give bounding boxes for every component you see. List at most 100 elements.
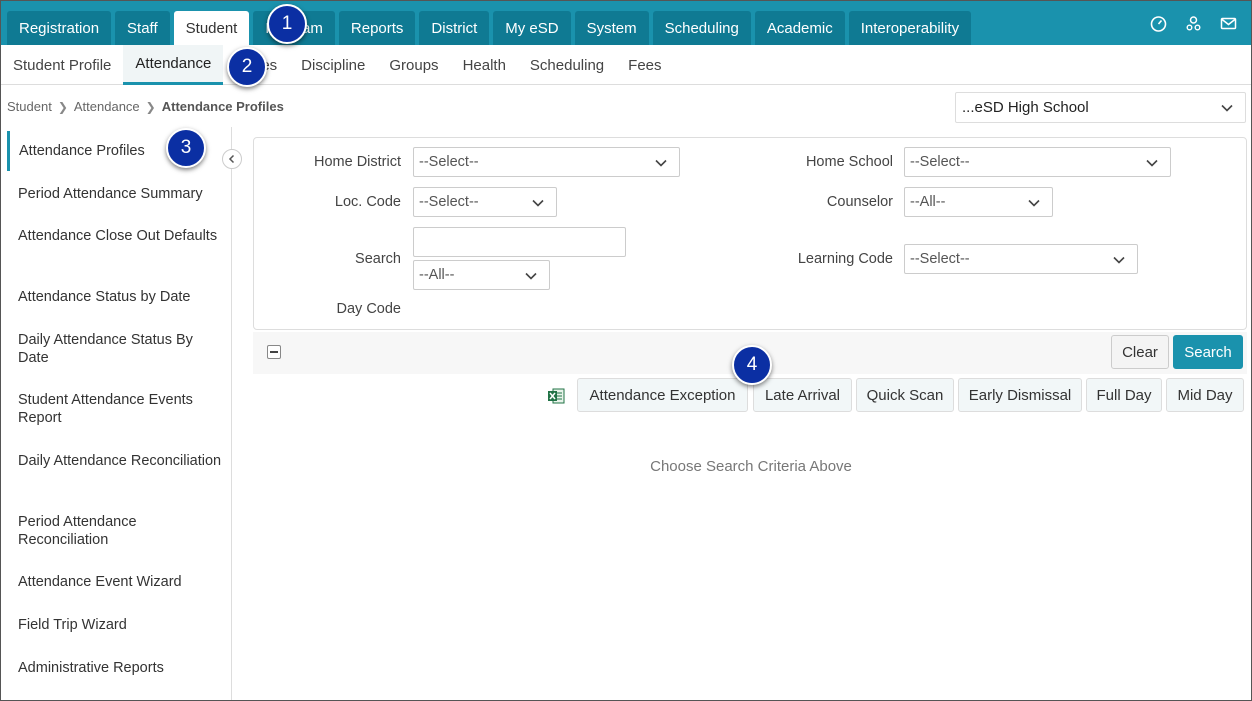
sidebar-item-daily-attendance-status-by-date[interactable]: Daily Attendance Status By Date	[7, 331, 223, 367]
subnav-fees-2[interactable]: Fees	[616, 45, 673, 85]
attendance-exception-button[interactable]: Attendance Exception	[577, 378, 748, 412]
late-arrival-button[interactable]: Late Arrival	[753, 378, 852, 412]
users-icon[interactable]	[1185, 15, 1202, 32]
sidebar-item-label: Administrative Reports	[18, 660, 164, 676]
mail-icon[interactable]	[1220, 15, 1237, 32]
sidebar-item-label: Period Attendance Reconciliation	[18, 514, 137, 548]
sidebar-item-label: Field Trip Wizard	[18, 617, 127, 633]
top-nav-tabs: Registration Staff Student Program Repor…	[7, 11, 972, 45]
home-school-label: Home School	[805, 154, 893, 170]
top-nav: Registration Staff Student Program Repor…	[1, 1, 1251, 45]
subnav-health[interactable]: Health	[451, 45, 518, 85]
sidebar-item-field-trip-wizard[interactable]: Field Trip Wizard	[7, 616, 223, 634]
subnav-student-profile[interactable]: Student Profile	[1, 45, 123, 85]
tab-registration[interactable]: Registration	[7, 11, 112, 45]
tab-student[interactable]: Student	[173, 11, 250, 45]
tab-system[interactable]: System	[574, 11, 649, 45]
callout-marker-4: 4	[732, 345, 772, 385]
school-select-value: ...eSD High School	[962, 99, 1089, 116]
sidebar-item-period-attendance-summary[interactable]: Period Attendance Summary	[7, 185, 223, 203]
excel-export-icon[interactable]	[547, 387, 565, 405]
subnav-groups[interactable]: Groups	[377, 45, 450, 85]
sidebar-item-attendance-close-out-defaults[interactable]: Attendance Close Out Defaults	[7, 227, 223, 245]
sidebar-item-label: Period Attendance Summary	[18, 186, 203, 202]
tab-reports[interactable]: Reports	[338, 11, 416, 45]
breadcrumb-separator-icon: ❯	[145, 99, 156, 114]
chevron-down-icon	[655, 159, 667, 167]
sidebar-item-label: Daily Attendance Status By Date	[18, 332, 193, 366]
callout-marker-1: 1	[267, 4, 307, 44]
sidebar-item-daily-attendance-reconciliation[interactable]: Daily Attendance Reconciliation	[7, 452, 223, 470]
home-district-value: --Select--	[419, 154, 479, 170]
counselor-select[interactable]: --All--	[904, 187, 1053, 217]
home-school-select[interactable]: --Select--	[904, 147, 1171, 177]
counselor-label: Counselor	[826, 194, 893, 210]
home-district-label: Home District	[313, 154, 401, 170]
callout-marker-3: 3	[166, 128, 206, 168]
sidebar-item-label: Attendance Close Out Defaults	[18, 228, 218, 244]
callout-marker-2: 2	[227, 47, 267, 87]
breadcrumb-separator-icon: ❯	[57, 99, 68, 114]
chevron-down-icon	[532, 199, 544, 207]
early-dismissal-button[interactable]: Early Dismissal	[958, 378, 1082, 412]
search-label: Search	[355, 251, 401, 267]
app-window: Registration Staff Student Program Repor…	[0, 0, 1252, 701]
loc-code-label: Loc. Code	[334, 194, 401, 210]
mid-day-button[interactable]: Mid Day	[1166, 378, 1244, 412]
minus-icon	[270, 351, 278, 353]
day-code-label: Day Code	[336, 301, 401, 317]
sidebar-item-label: Attendance Profiles	[19, 143, 145, 159]
sidebar-collapse-button[interactable]	[222, 149, 242, 169]
full-day-button[interactable]: Full Day	[1086, 378, 1162, 412]
clear-button[interactable]: Clear	[1111, 335, 1169, 369]
sub-nav: Student Profile Attendance es Discipline…	[1, 45, 1251, 85]
counselor-value: --All--	[910, 194, 946, 210]
dashboard-icon[interactable]	[1150, 15, 1167, 32]
tab-district[interactable]: District	[419, 11, 490, 45]
breadcrumb-current: Attendance Profiles	[161, 99, 284, 114]
learning-code-select[interactable]: --Select--	[904, 244, 1138, 274]
search-scope-select[interactable]: --All--	[413, 260, 550, 290]
chevron-left-icon	[228, 154, 235, 164]
sidebar-item-student-attendance-events-report[interactable]: Student Attendance Events Report	[7, 391, 223, 427]
sidebar-item-administrative-reports[interactable]: Administrative Reports	[7, 659, 223, 677]
chevron-down-icon	[1113, 256, 1125, 264]
home-school-value: --Select--	[910, 154, 970, 170]
top-nav-icons	[1150, 15, 1237, 32]
search-scope-value: --All--	[419, 267, 455, 283]
sub-nav-items: Student Profile Attendance es Discipline…	[1, 45, 674, 85]
chevron-down-icon	[1028, 199, 1040, 207]
sidebar-item-label: Attendance Status by Date	[18, 289, 191, 305]
sidebar-item-label: Student Attendance Events Report	[18, 392, 193, 426]
learning-code-label: Learning Code	[797, 251, 893, 267]
search-input[interactable]	[413, 227, 626, 257]
breadcrumb-attendance[interactable]: Attendance	[74, 99, 140, 114]
chevron-down-icon	[1146, 159, 1158, 167]
quick-scan-button[interactable]: Quick Scan	[856, 378, 954, 412]
chevron-down-icon	[1221, 104, 1233, 112]
loc-code-select[interactable]: --Select--	[413, 187, 557, 217]
sidebar-item-attendance-status-by-date[interactable]: Attendance Status by Date	[7, 288, 223, 306]
tab-staff[interactable]: Staff	[115, 11, 170, 45]
subnav-discipline[interactable]: Discipline	[289, 45, 377, 85]
tab-my-esd[interactable]: My eSD	[493, 11, 571, 45]
learning-code-value: --Select--	[910, 251, 970, 267]
subnav-attendance[interactable]: Attendance	[123, 45, 224, 85]
home-district-select[interactable]: --Select--	[413, 147, 680, 177]
search-button[interactable]: Search	[1173, 335, 1243, 369]
loc-code-value: --Select--	[419, 194, 479, 210]
sidebar-item-period-attendance-reconciliation[interactable]: Period Attendance Reconciliation	[7, 513, 223, 549]
subnav-scheduling[interactable]: Scheduling	[518, 45, 616, 85]
tab-interoperability[interactable]: Interoperability	[848, 11, 972, 45]
breadcrumb-student[interactable]: Student	[7, 99, 52, 114]
sidebar-item-attendance-event-wizard[interactable]: Attendance Event Wizard	[7, 573, 223, 591]
chevron-down-icon	[525, 272, 537, 280]
collapse-form-button[interactable]	[267, 345, 281, 359]
sidebar-item-label: Daily Attendance Reconciliation	[18, 453, 222, 469]
breadcrumb: Student ❯ Attendance ❯ Attendance Profil…	[7, 99, 284, 114]
tab-academic[interactable]: Academic	[754, 11, 845, 45]
sidebar: Attendance Profiles Period Attendance Su…	[1, 127, 232, 700]
school-select[interactable]: ...eSD High School	[955, 92, 1246, 123]
empty-results-message: Choose Search Criteria Above	[650, 458, 852, 475]
tab-scheduling[interactable]: Scheduling	[652, 11, 751, 45]
